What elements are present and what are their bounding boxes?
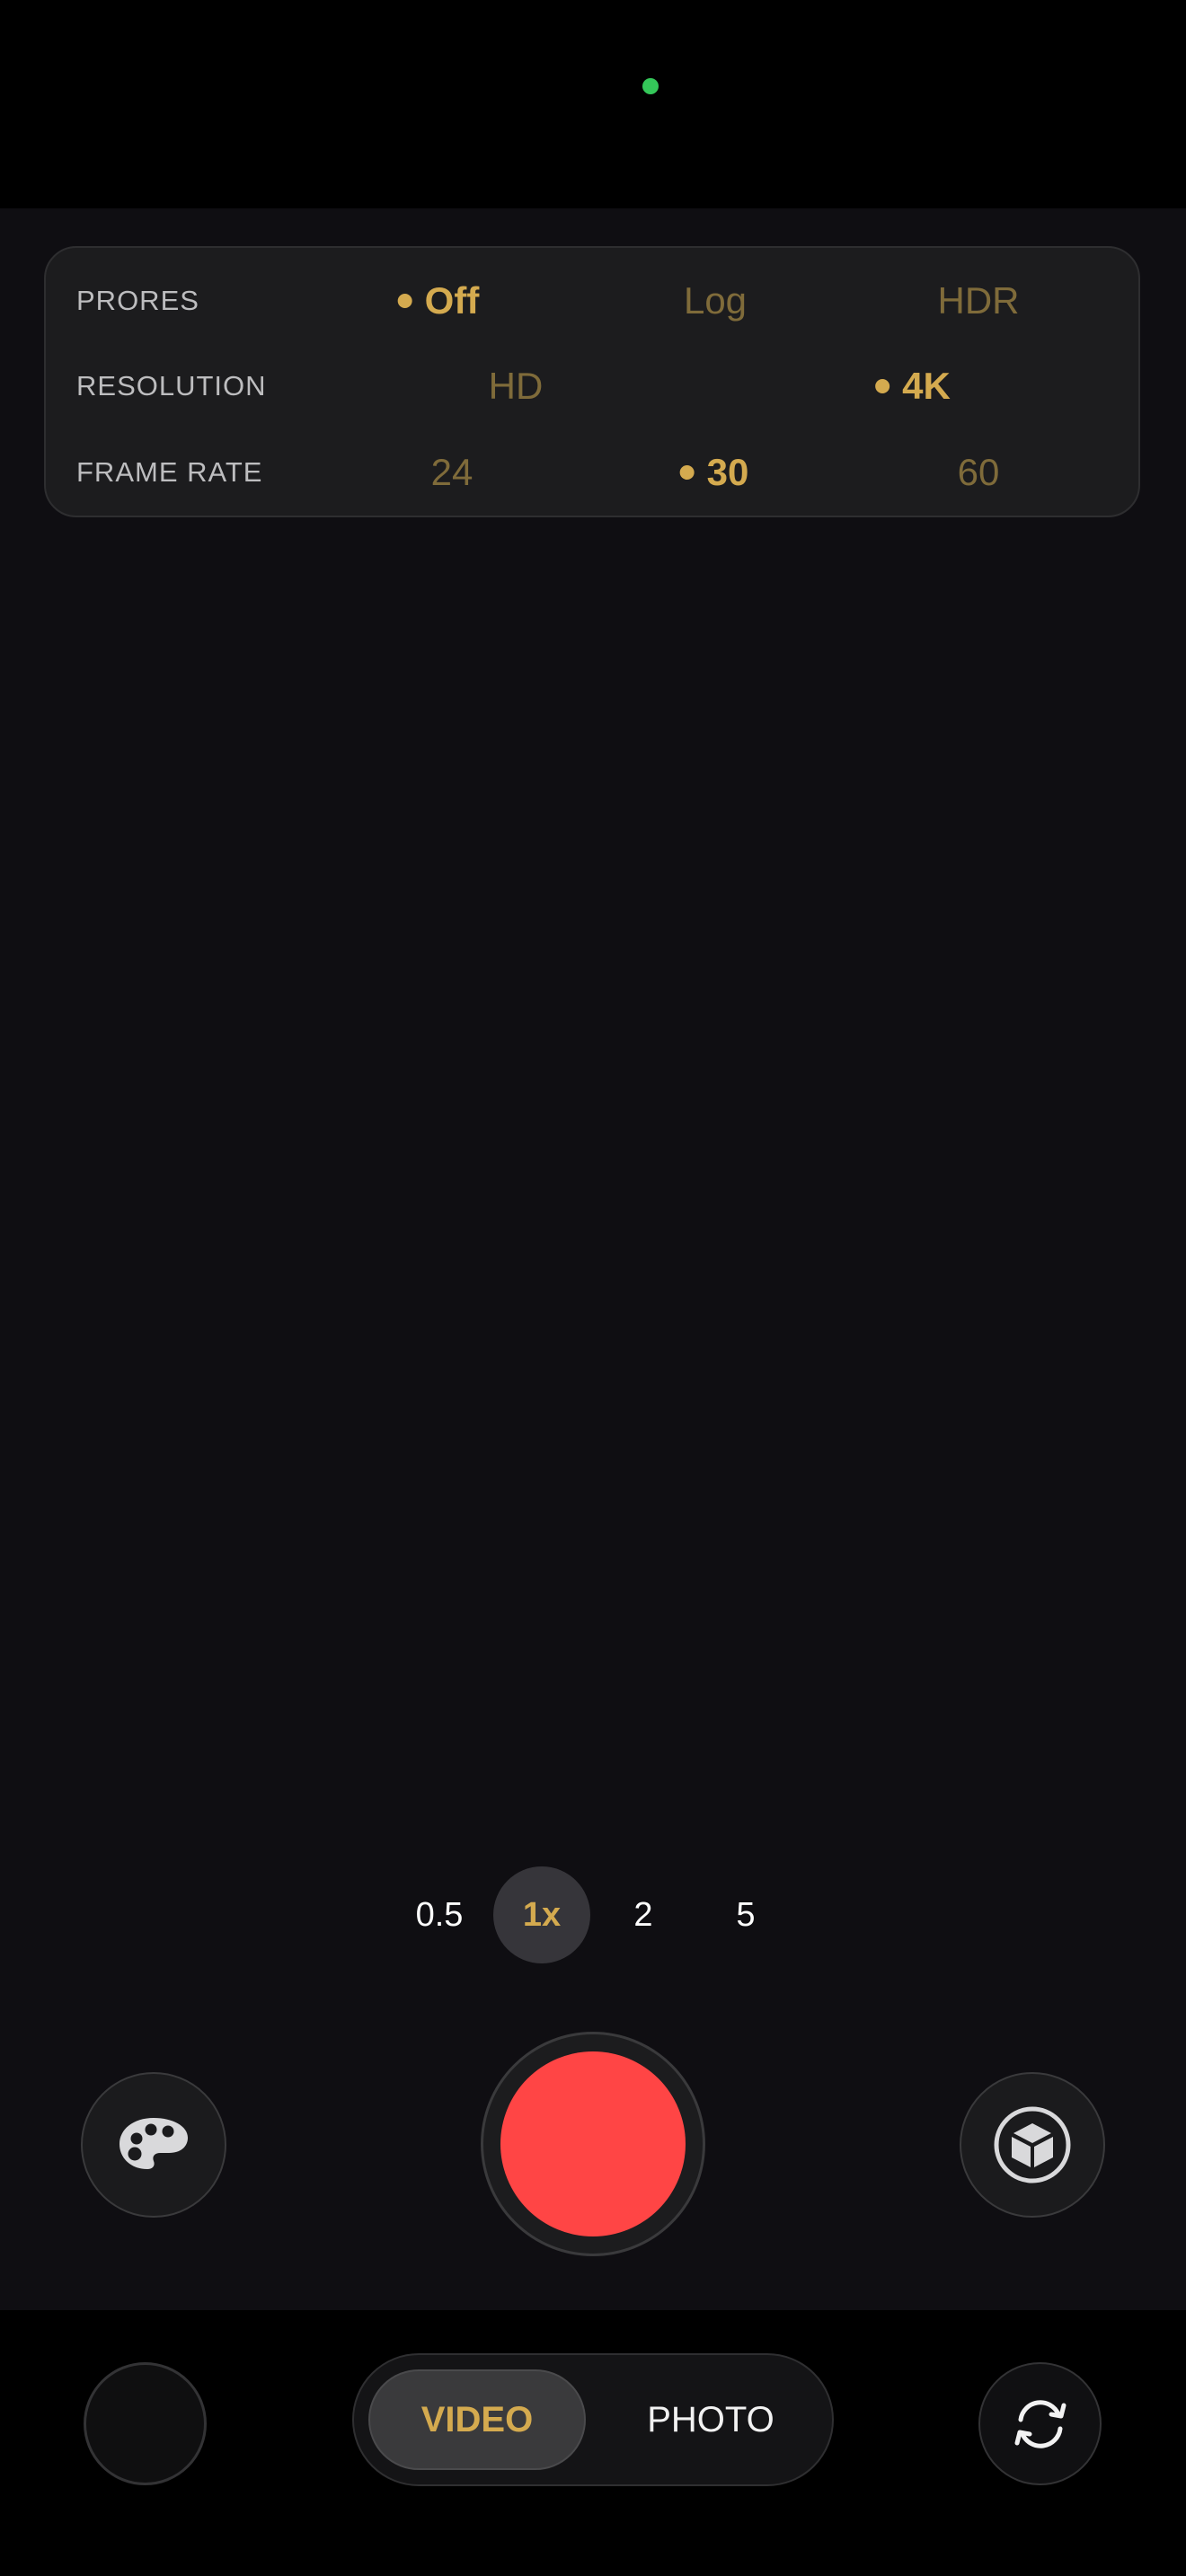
prores-option-off[interactable]: Off bbox=[397, 279, 479, 322]
frame-rate-row: FRAME RATE 24 30 60 bbox=[46, 437, 1138, 508]
zoom-0-5-button[interactable]: 0.5 bbox=[391, 1866, 488, 1963]
record-button[interactable] bbox=[481, 2032, 705, 2256]
zoom-2-button[interactable]: 2 bbox=[595, 1866, 692, 1963]
camera-in-use-indicator bbox=[642, 78, 659, 94]
prores-row: PRORES Off Log HDR bbox=[46, 265, 1138, 337]
frame-rate-option-60[interactable]: 60 bbox=[958, 451, 1000, 494]
frame-rate-label: FRAME RATE bbox=[76, 456, 263, 488]
camera-switch-icon bbox=[1014, 2399, 1066, 2448]
gallery-thumbnail[interactable] bbox=[84, 2362, 207, 2485]
switch-camera-button[interactable] bbox=[978, 2362, 1102, 2485]
mode-photo-button[interactable]: PHOTO bbox=[602, 2369, 819, 2470]
resolution-label: RESOLUTION bbox=[76, 370, 267, 401]
cube-icon bbox=[994, 2106, 1071, 2183]
top-status-area bbox=[0, 0, 1186, 208]
prores-label: PRORES bbox=[76, 285, 199, 316]
mode-switch: VIDEO PHOTO bbox=[352, 2353, 834, 2486]
prores-option-hdr[interactable]: HDR bbox=[938, 279, 1020, 322]
selected-bullet-icon bbox=[875, 379, 890, 393]
record-button-fill bbox=[500, 2051, 686, 2236]
resolution-option-4k[interactable]: 4K bbox=[875, 365, 951, 408]
resolution-option-hd[interactable]: HD bbox=[489, 365, 544, 408]
zoom-1x-button[interactable]: 1x bbox=[493, 1866, 590, 1963]
frame-rate-option-30[interactable]: 30 bbox=[679, 451, 748, 494]
mode-video-label: VIDEO bbox=[420, 2399, 534, 2439]
mode-video-button[interactable]: VIDEO bbox=[368, 2369, 586, 2470]
frame-rate-option-24[interactable]: 24 bbox=[431, 451, 474, 494]
filters-button[interactable] bbox=[81, 2072, 226, 2218]
viewfinder[interactable] bbox=[0, 208, 1186, 2310]
zoom-1x-label: 1x bbox=[522, 1895, 562, 1934]
zoom-selector: 0.5 1x 2 5 bbox=[0, 1866, 1186, 1963]
video-settings-panel: PRORES Off Log HDR RESOLUTION HD 4K FRAM… bbox=[44, 246, 1140, 517]
spatial-mode-button[interactable] bbox=[960, 2072, 1105, 2218]
zoom-5-button[interactable]: 5 bbox=[697, 1866, 794, 1963]
selected-bullet-icon bbox=[679, 465, 695, 480]
prores-option-log[interactable]: Log bbox=[684, 279, 747, 322]
palette-icon bbox=[119, 2118, 188, 2169]
resolution-row: RESOLUTION HD 4K bbox=[46, 350, 1138, 422]
mode-photo-label: PHOTO bbox=[647, 2399, 774, 2439]
selected-bullet-icon bbox=[397, 294, 412, 308]
